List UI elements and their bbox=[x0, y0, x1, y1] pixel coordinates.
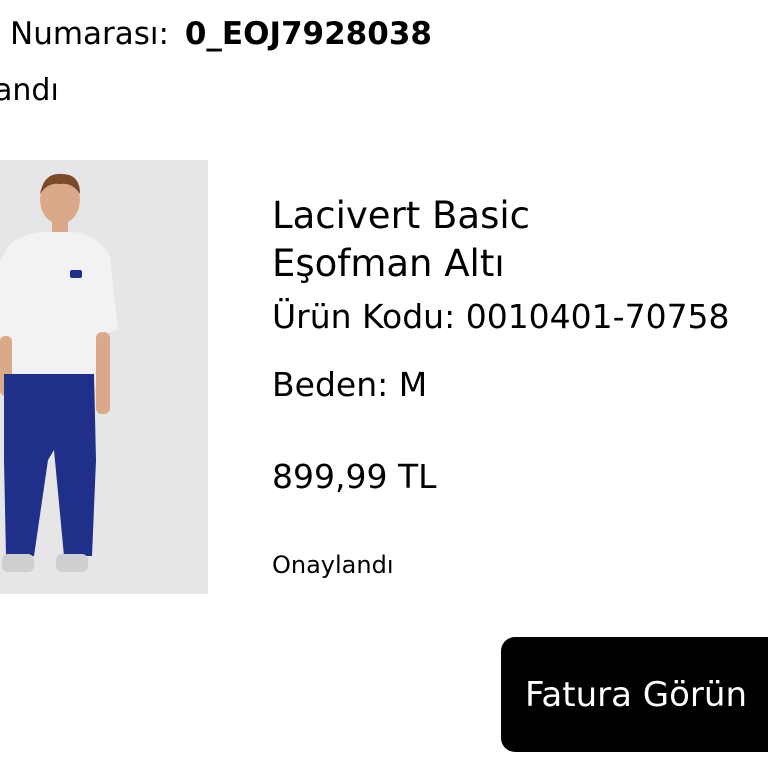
product-price: 899,99 TL bbox=[272, 457, 437, 496]
product-size: Beden: M bbox=[272, 365, 428, 404]
item-status: Onaylandı bbox=[272, 551, 394, 579]
product-name[interactable]: Lacivert Basic Eşofman Altı bbox=[272, 192, 768, 288]
order-status: andı bbox=[0, 73, 59, 108]
order-number-value: 0_EOJ7928038 bbox=[184, 16, 432, 52]
order-detail-screen: Numarası: 0_EOJ7928038 andı Lacivert Bas… bbox=[0, 0, 768, 768]
product-photo bbox=[0, 160, 208, 594]
product-code: Ürün Kodu: 0010401-70758 bbox=[272, 297, 730, 336]
view-invoice-button[interactable]: Fatura Görün bbox=[501, 637, 768, 752]
product-name-line2: Eşofman Altı bbox=[272, 242, 505, 285]
product-info: Lacivert Basic Eşofman Altı Ürün Kodu: 0… bbox=[272, 192, 768, 582]
product-name-line1: Lacivert Basic bbox=[272, 194, 531, 237]
product-image[interactable] bbox=[0, 160, 208, 594]
order-number-line: Numarası: 0_EOJ7928038 bbox=[10, 12, 432, 56]
order-number-label: Numarası: bbox=[10, 16, 169, 52]
